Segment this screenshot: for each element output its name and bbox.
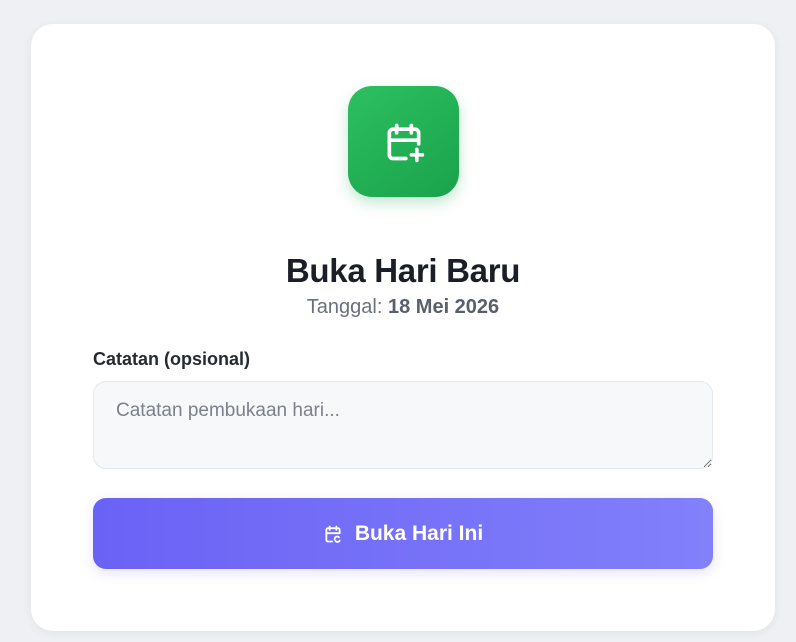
open-today-button[interactable]: Buka Hari Ini: [93, 498, 713, 569]
calendar-refresh-icon: [323, 524, 343, 544]
open-today-label: Buka Hari Ini: [354, 521, 484, 545]
calendar-plus-icon: [348, 86, 459, 197]
dialog-title: Buka Hari Baru: [285, 252, 521, 289]
notes-label: Catatan (opsional): [93, 349, 251, 369]
date-line: Tanggal: 18 Mei 2026: [31, 296, 775, 319]
date-value: 18 Mei 2026: [387, 296, 500, 318]
notes-textarea[interactable]: [93, 381, 713, 469]
open-day-card: Buka Hari Baru Tanggal: 18 Mei 2026 Cata…: [31, 24, 775, 631]
date-label: Tanggal:: [306, 296, 383, 318]
